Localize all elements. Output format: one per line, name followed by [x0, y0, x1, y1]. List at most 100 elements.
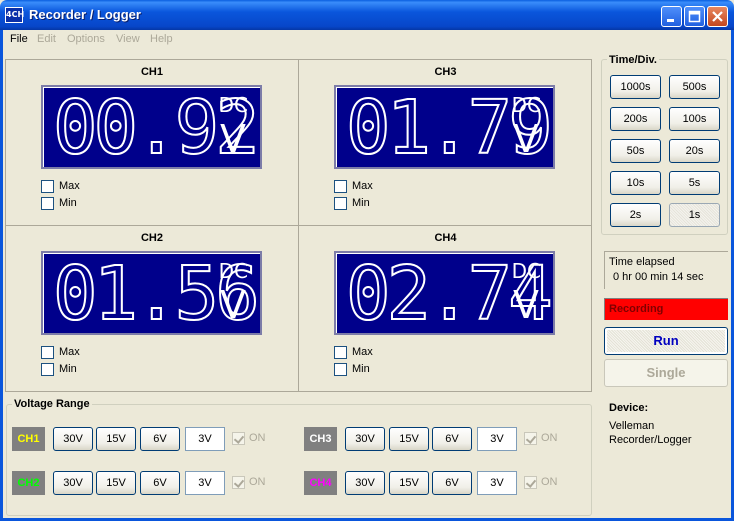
- checkbox-box[interactable]: [334, 197, 347, 210]
- checkbox-box[interactable]: [41, 180, 54, 193]
- range-15v-button[interactable]: 15V: [389, 471, 429, 495]
- timediv-2s-button[interactable]: 2s: [610, 203, 661, 227]
- menu-edit[interactable]: Edit: [37, 33, 56, 45]
- channel-title: CH1: [140, 66, 163, 78]
- channel-panel: CH1 00.92 DC V Max Min CH3 01.79 DC V Ma…: [5, 59, 592, 392]
- range-30v-button[interactable]: 30V: [53, 427, 93, 451]
- checkbox-box[interactable]: [524, 476, 537, 489]
- range-15v-button[interactable]: 15V: [96, 471, 136, 495]
- checkbox-label: ON: [541, 476, 558, 488]
- lcd-coupling: DC: [511, 259, 541, 283]
- checkbox-box[interactable]: [41, 197, 54, 210]
- min-checkbox[interactable]: Min: [334, 197, 414, 211]
- max-checkbox[interactable]: Max: [334, 180, 414, 194]
- checkbox-box[interactable]: [334, 180, 347, 193]
- elapsed-time-panel: Time elapsed 0 hr 00 min 14 sec: [604, 251, 728, 289]
- menu-options[interactable]: Options: [67, 33, 105, 45]
- min-checkbox[interactable]: Min: [334, 363, 414, 377]
- checkbox-box[interactable]: [41, 346, 54, 359]
- close-icon: [712, 11, 723, 22]
- range-15v-button[interactable]: 15V: [389, 427, 429, 451]
- range-3v-button[interactable]: 3V: [185, 427, 225, 451]
- checkbox-label: Max: [59, 180, 80, 192]
- checkbox-label: Min: [352, 363, 370, 375]
- minimize-icon: [667, 19, 674, 22]
- maximize-button[interactable]: [684, 6, 705, 27]
- channel-title: CH4: [434, 232, 457, 244]
- channel-on-checkbox[interactable]: ON: [524, 432, 564, 446]
- checkbox-box[interactable]: [232, 432, 245, 445]
- range-30v-button[interactable]: 30V: [345, 471, 385, 495]
- channel-title: CH3: [434, 66, 457, 78]
- min-checkbox[interactable]: Min: [41, 363, 121, 377]
- timediv-100s-button[interactable]: 100s: [669, 107, 720, 131]
- checkbox-label: Max: [352, 180, 373, 192]
- lcd-display: 01.56 DC V: [41, 250, 262, 338]
- checkbox-label: ON: [249, 476, 266, 488]
- timediv-1s-button[interactable]: 1s: [669, 203, 720, 227]
- device-name: Velleman Recorder/Logger: [609, 420, 692, 446]
- range-6v-button[interactable]: 6V: [140, 471, 180, 495]
- lcd-unit: V: [513, 117, 539, 161]
- max-checkbox[interactable]: Max: [334, 346, 414, 360]
- title-bar[interactable]: 4CH Recorder / Logger: [0, 0, 734, 30]
- checkbox-label: Max: [59, 346, 80, 358]
- timediv-20s-button[interactable]: 20s: [669, 139, 720, 163]
- checkbox-box[interactable]: [41, 363, 54, 376]
- timediv-500s-button[interactable]: 500s: [669, 75, 720, 99]
- channel-cell-ch4: CH4 02.74 DC V Max Min: [299, 226, 592, 392]
- lcd-unit: V: [220, 117, 246, 161]
- menu-file[interactable]: File: [10, 33, 28, 45]
- lcd-display: 01.79 DC V: [334, 84, 555, 172]
- channel-on-checkbox[interactable]: ON: [232, 476, 272, 490]
- channel-on-checkbox[interactable]: ON: [232, 432, 272, 446]
- min-checkbox[interactable]: Min: [41, 197, 121, 211]
- range-3v-button[interactable]: 3V: [185, 471, 225, 495]
- range-6v-button[interactable]: 6V: [432, 471, 472, 495]
- checkbox-box[interactable]: [334, 346, 347, 359]
- max-checkbox[interactable]: Max: [41, 180, 121, 194]
- lcd-display: 00.92 DC V: [41, 84, 262, 172]
- checkbox-label: Min: [59, 197, 77, 209]
- range-3v-button[interactable]: 3V: [477, 471, 517, 495]
- range-3v-button[interactable]: 3V: [477, 427, 517, 451]
- channel-cell-ch1: CH1 00.92 DC V Max Min: [6, 60, 299, 226]
- channel-on-checkbox[interactable]: ON: [524, 476, 564, 490]
- lcd-unit: V: [513, 283, 539, 327]
- checkbox-box[interactable]: [524, 432, 537, 445]
- max-checkbox[interactable]: Max: [41, 346, 121, 360]
- range-15v-button[interactable]: 15V: [96, 427, 136, 451]
- range-30v-button[interactable]: 30V: [53, 471, 93, 495]
- checkbox-label: Max: [352, 346, 373, 358]
- timediv-1000s-button[interactable]: 1000s: [610, 75, 661, 99]
- single-button[interactable]: Single: [604, 359, 728, 387]
- elapsed-value: 0 hr 00 min 14 sec: [613, 271, 704, 283]
- range-6v-button[interactable]: 6V: [140, 427, 180, 451]
- timediv-200s-button[interactable]: 200s: [610, 107, 661, 131]
- range-tag-ch2: CH2: [12, 471, 45, 495]
- minimize-button[interactable]: [661, 6, 682, 27]
- checkbox-label: ON: [541, 432, 558, 444]
- menu-help[interactable]: Help: [150, 33, 173, 45]
- lcd-coupling: DC: [511, 93, 541, 117]
- timediv-10s-button[interactable]: 10s: [610, 171, 661, 195]
- range-6v-button[interactable]: 6V: [432, 427, 472, 451]
- range-tag-ch4: CH4: [304, 471, 337, 495]
- checkbox-label: Min: [352, 197, 370, 209]
- maximize-icon: [688, 10, 701, 23]
- checkbox-box[interactable]: [232, 476, 245, 489]
- close-button[interactable]: [707, 6, 728, 27]
- recording-status: Recording: [604, 298, 728, 320]
- device-label: Device:: [609, 402, 649, 414]
- window-title: Recorder / Logger: [29, 7, 141, 22]
- range-30v-button[interactable]: 30V: [345, 427, 385, 451]
- menu-view[interactable]: View: [116, 33, 140, 45]
- run-button[interactable]: Run: [604, 327, 728, 355]
- range-tag-ch1: CH1: [12, 427, 45, 451]
- elapsed-label: Time elapsed: [609, 256, 675, 268]
- lcd-coupling: DC: [218, 259, 248, 283]
- timediv-50s-button[interactable]: 50s: [610, 139, 661, 163]
- timediv-5s-button[interactable]: 5s: [669, 171, 720, 195]
- checkbox-box[interactable]: [334, 363, 347, 376]
- time-div-group: Time/Div. 1000s 500s 200s 100s 50s 20s 1…: [601, 54, 728, 235]
